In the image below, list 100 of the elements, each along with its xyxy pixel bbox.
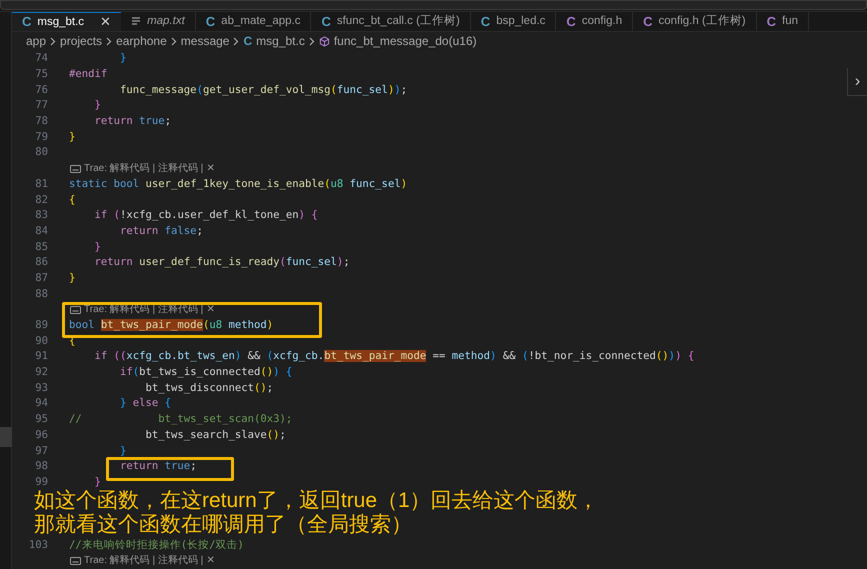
annotation-text: 如这个函数，在这return了，返回true（1）回去给这个函数， (34, 489, 599, 513)
line-number: 87 (35, 272, 48, 284)
line-number: 96 (35, 428, 48, 441)
line-number: 97 (35, 444, 48, 456)
line-number: 89 (35, 319, 48, 331)
breadcrumb-item[interactable]: app (26, 32, 46, 50)
line-number: 75 (35, 68, 48, 80)
tab-label: ab_mate_app.c (221, 14, 300, 30)
keyboard-icon (70, 557, 81, 566)
code-line: return false; (119, 224, 203, 237)
tab-label: msg_bt.c (37, 14, 84, 30)
keyboard-icon (70, 164, 81, 173)
line-number: 88 (35, 288, 48, 300)
breadcrumb-item[interactable]: message (180, 32, 230, 50)
line-number: 95 (35, 413, 48, 426)
tab-label: sfunc_bt_call.c (工作树) (336, 14, 460, 30)
line-number: 86 (35, 256, 48, 268)
line-number: 80 (35, 146, 48, 158)
line-number: 78 (35, 115, 48, 128)
breadcrumb-item[interactable]: func_bt_message_do(u16) (334, 32, 477, 50)
line-number: 99 (35, 476, 48, 488)
code-line: func_message(get_user_def_vol_msg(func_sel)); (119, 84, 408, 96)
keyboard-icon (70, 306, 81, 314)
line-number: 74 (35, 52, 48, 64)
activity-bar-item[interactable] (0, 427, 12, 447)
close-icon[interactable]: ✕ (206, 302, 214, 318)
line-number: 94 (35, 397, 48, 410)
c-file-icon: C (206, 12, 216, 32)
code-line: return user_def_func_is_ready(func_sel); (94, 256, 350, 268)
code-line: bt_tws_disconnect(); (144, 382, 274, 394)
chevron-right-icon (233, 36, 240, 46)
line-number: 93 (35, 382, 48, 394)
search-bar[interactable] (0, 0, 867, 10)
code-line: if(bt_tws_is_connected()) { (119, 366, 292, 378)
chevron-right-icon (170, 36, 177, 46)
line-number: 82 (35, 194, 48, 206)
code-line: if (!xcfg_cb.user_def_kl_tone_en) { (94, 209, 318, 222)
breadcrumb-item[interactable]: msg_bt.c (256, 32, 305, 50)
line-number: 103 (28, 538, 48, 551)
line-number: 83 (35, 209, 48, 222)
tab-label: fun (782, 14, 798, 30)
c-file-icon: C (243, 32, 252, 50)
code-line: } (94, 240, 101, 253)
text-file-icon (131, 16, 142, 27)
tab-label: config.h (工作树) (658, 14, 746, 30)
editor-tab[interactable]: C sfunc_bt_call.c (工作树) (311, 12, 471, 32)
line-number: 90 (35, 334, 48, 347)
editor-tab[interactable]: C config.h (556, 12, 634, 32)
breadcrumb-item[interactable]: earphone (116, 32, 167, 50)
code-line: return true; (94, 115, 172, 128)
cube-icon (318, 36, 330, 47)
c-file-icon: C (22, 12, 32, 32)
editor-tab[interactable]: C bsp_led.c (470, 12, 556, 32)
code-line: } (69, 130, 76, 143)
editor-tab[interactable]: C msg_bt.c ✕ (12, 12, 122, 32)
close-icon[interactable]: ✕ (206, 553, 214, 569)
annotation-text: 那就看这个函数在哪调用了（全局搜索） (34, 513, 412, 537)
c-file-icon: C (321, 12, 331, 32)
line-number: 98 (35, 460, 48, 472)
code-line: //来电响铃时拒接操作(长按/双击) (69, 538, 244, 551)
code-lens-actions[interactable]: Trae: 解释代码 | 注释代码 | (84, 553, 204, 569)
code-lens-actions[interactable]: Trae: 解释代码 | 注释代码 | (84, 161, 204, 177)
editor-tab[interactable]: C fun (756, 12, 810, 32)
code-line: } (119, 52, 126, 64)
close-icon[interactable]: ✕ (100, 12, 112, 32)
code-line: #endif (69, 68, 108, 80)
chevron-right-icon (308, 36, 315, 46)
line-number: 85 (35, 240, 48, 253)
line-number: 76 (35, 84, 48, 96)
breadcrumb-item[interactable]: projects (60, 32, 102, 50)
code-line: return true; (119, 460, 197, 472)
line-number: 84 (35, 224, 48, 237)
c-file-icon: C (480, 12, 490, 32)
close-icon[interactable]: ✕ (206, 161, 214, 177)
code-line: bt_tws_search_slave(); (144, 428, 286, 441)
c-file-icon: C (766, 12, 776, 32)
code-line: } (119, 444, 126, 456)
c-file-icon: C (566, 12, 576, 32)
code-line: // bt_tws_set_scan(0x3); (69, 413, 292, 426)
chevron-right-icon (50, 36, 56, 46)
editor-tab[interactable]: map.txt (121, 12, 196, 32)
line-number: 77 (35, 99, 48, 112)
code-line: static bool user_def_1key_tone_is_enable(u8 func_sel) (69, 178, 408, 190)
code-line: } (94, 99, 101, 112)
editor-tab[interactable]: C config.h (工作树) (633, 12, 757, 32)
tab-label: config.h (582, 14, 622, 30)
code-line: } else { (119, 397, 172, 410)
line-number: 79 (35, 130, 48, 143)
tab-label: map.txt (147, 14, 185, 30)
code-line: if ((xcfg_cb.bt_tws_en) && (xcfg_cb.bt_tws_pair_mode == method) && (!bt_nor_is_connected())) { (94, 350, 694, 362)
code-line: bool bt_tws_pair_mode(u8 method) (69, 319, 274, 331)
code-line: { (69, 194, 76, 206)
tab-label: bsp_led.c (496, 14, 546, 30)
code-line: } (94, 476, 101, 488)
code-line: } (69, 272, 76, 284)
chevron-right-icon (106, 36, 112, 46)
editor-tab[interactable]: C ab_mate_app.c (196, 12, 312, 32)
expand-panel-button[interactable]: › (847, 68, 867, 96)
line-number: 91 (35, 350, 48, 362)
line-number: 92 (35, 366, 48, 378)
